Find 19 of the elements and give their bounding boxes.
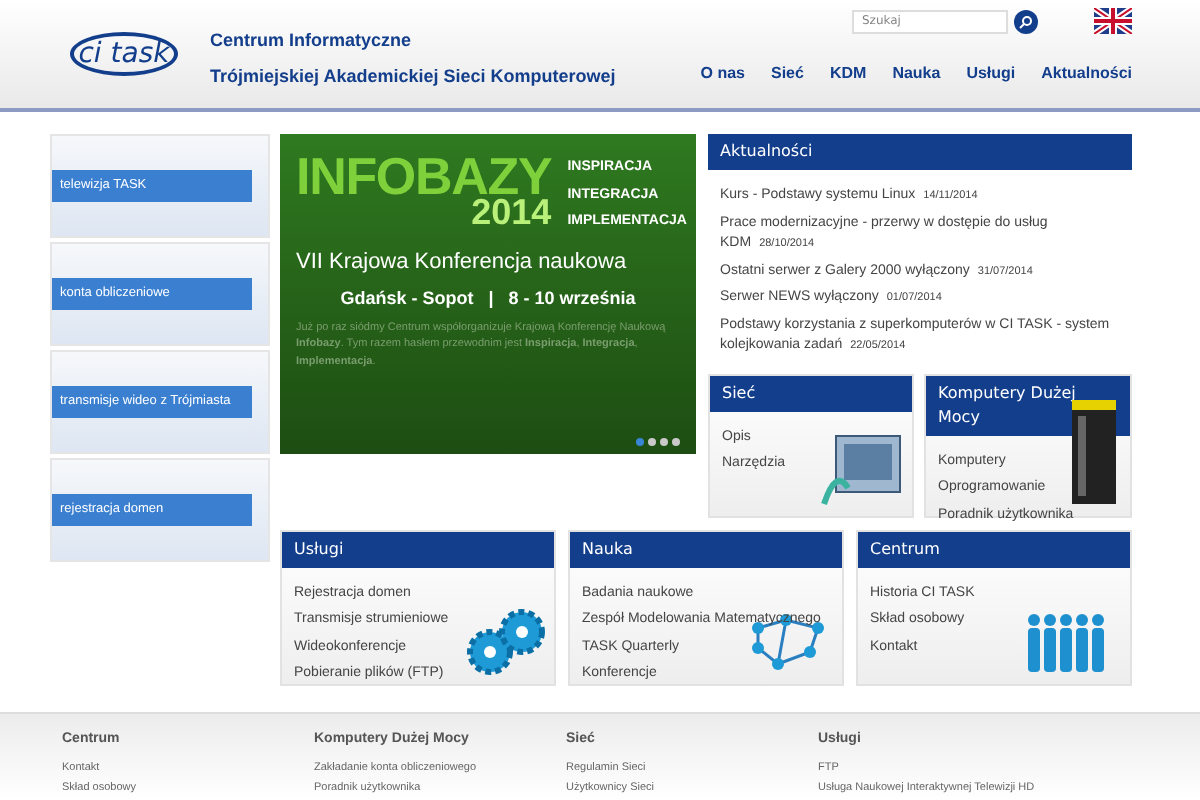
gears-icon <box>466 607 546 675</box>
nav-link[interactable]: Usługi <box>966 62 1016 86</box>
nav-link[interactable]: Sieć <box>771 62 804 86</box>
panel-header: Aktualności <box>708 134 1132 170</box>
nav-link[interactable]: O nas <box>700 62 745 86</box>
panel-header: Nauka <box>570 531 842 567</box>
slide-subtitle: Gdańsk - Sopot | 8 - 10 września <box>338 286 638 312</box>
uk-flag-icon[interactable] <box>1094 8 1132 34</box>
nav-link[interactable]: Aktualności <box>1041 62 1132 86</box>
nav-link[interactable]: KDM <box>829 62 867 86</box>
panel-header: Usługi <box>282 531 554 567</box>
search-icon[interactable] <box>1014 9 1038 33</box>
slide-headline: VII Krajowa Konferencja naukowa <box>296 247 629 277</box>
panel-header: Sieć <box>710 375 912 411</box>
logo[interactable]: ci task <box>70 32 178 76</box>
site-title: Centrum Informatyczne <box>210 28 414 54</box>
site-title: Trójmiejskiej Akademickiej Sieci Komputerowej <box>210 63 616 90</box>
panel-header: Centrum <box>858 531 1130 567</box>
nav-link[interactable]: Nauka <box>892 62 941 86</box>
